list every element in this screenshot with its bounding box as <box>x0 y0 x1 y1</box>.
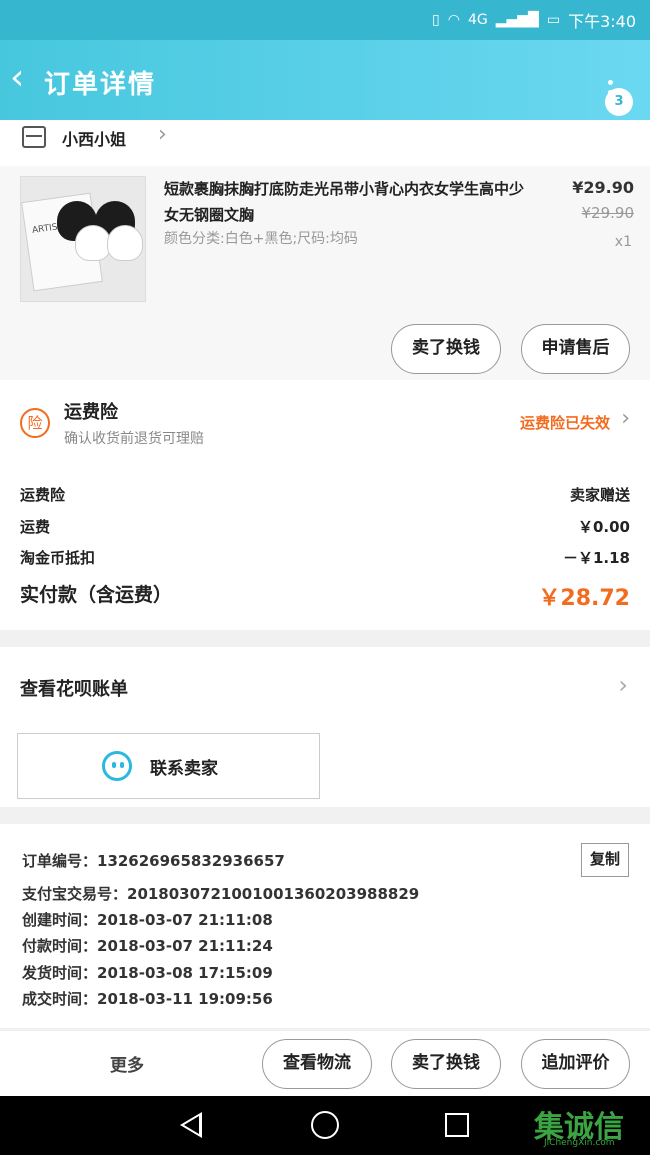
chevron-right-icon[interactable]: › <box>621 406 630 431</box>
view-logistics-button[interactable]: 查看物流 <box>262 1039 372 1089</box>
chevron-right-icon[interactable]: › <box>618 671 628 699</box>
payment-summary: 险 运费险 确认收货前退货可理赔 运费险已失效 › 运费险 卖家赠送 运费 ￥0… <box>0 380 650 630</box>
order-number: 订单编号：132626965832936657 <box>22 852 285 870</box>
network-label: 4G <box>467 12 488 28</box>
after-sale-button[interactable]: 申请售后 <box>521 324 630 374</box>
product-title[interactable]: 短款裹胸抹胸打底防走光吊带小背心内衣女学生高中少女无钢圈文胸 <box>164 176 534 228</box>
shop-icon <box>22 126 46 148</box>
shipped-time: 发货时间：2018-03-08 17:15:09 <box>22 964 273 982</box>
watermark-url: JiChengXin.com <box>544 1138 615 1148</box>
order-item[interactable]: ARTIST 短款裹胸抹胸打底防走光吊带小背心内衣女学生高中少女无钢圈文胸 颜色… <box>0 166 650 380</box>
chat-face-icon <box>102 751 132 781</box>
insurance-status[interactable]: 运费险已失效 <box>520 412 610 433</box>
shop-name: 小西小姐 <box>62 130 127 149</box>
fee-row: 运费险 卖家赠送 <box>20 484 630 510</box>
fee-label: 淘金币抵扣 <box>20 549 96 567</box>
order-info: 订单编号：132626965832936657 复制 支付宝交易号：201803… <box>0 824 650 1028</box>
back-arrow-icon[interactable]: ‹ <box>10 58 24 98</box>
insurance-subtitle: 确认收货前退货可理赔 <box>64 431 204 447</box>
paid-time: 付款时间：2018-03-07 21:11:24 <box>22 937 273 955</box>
fee-value: 卖家赠送 <box>569 486 630 504</box>
system-nav-bar: 集诚信 JiChengXin.com <box>0 1096 650 1155</box>
fee-label: 运费 <box>20 518 51 536</box>
status-bar: ▯ ◠ 4G ▂▄▆█ ▭ 下午3:40 <box>0 0 650 40</box>
copy-button[interactable]: 复制 <box>581 843 629 877</box>
fee-value: －￥1.18 <box>562 549 630 567</box>
product-sku: 颜色分类:白色+黑色;尺码:均码 <box>164 231 358 247</box>
resell-button[interactable]: 卖了换钱 <box>391 1039 501 1089</box>
total-row: 实付款（含运费） ￥28.72 <box>20 580 630 612</box>
contact-seller-label: 联系卖家 <box>150 759 218 779</box>
total-label: 实付款（含运费） <box>20 584 173 606</box>
append-review-button[interactable]: 追加评价 <box>521 1039 630 1089</box>
wifi-icon: ◠ <box>447 12 460 28</box>
product-quantity: x1 <box>614 234 632 250</box>
page-title: 订单详情 <box>44 70 157 100</box>
created-time: 创建时间：2018-03-07 21:11:08 <box>22 911 273 929</box>
product-thumbnail[interactable]: ARTIST <box>20 176 146 302</box>
app-header: ‹ 订单详情 3 <box>0 40 650 120</box>
clock: 下午3:40 <box>568 12 636 31</box>
nav-back-icon[interactable] <box>180 1112 202 1138</box>
bottom-action-bar: 更多 查看物流 卖了换钱 追加评价 <box>0 1030 650 1096</box>
fee-row: 淘金币抵扣 －￥1.18 <box>20 547 630 573</box>
total-value: ￥28.72 <box>538 586 630 611</box>
completed-time: 成交时间：2018-03-11 19:09:56 <box>22 990 273 1008</box>
shop-row[interactable]: 小西小姐 › <box>0 120 650 166</box>
resell-button[interactable]: 卖了换钱 <box>391 324 501 374</box>
product-original-price: ¥29.90 <box>581 204 635 222</box>
nav-recent-icon[interactable] <box>445 1113 469 1137</box>
contact-seller-button[interactable]: 联系卖家 <box>17 733 320 799</box>
battery-icon: ▭ <box>546 12 561 28</box>
insurance-icon: 险 <box>20 408 50 438</box>
notification-badge: 3 <box>605 88 633 116</box>
product-price: ¥29.90 <box>572 178 634 197</box>
fee-value: ￥0.00 <box>577 518 630 536</box>
huabei-section: 查看花呗账单 › 联系卖家 <box>0 647 650 807</box>
chevron-right-icon: › <box>158 122 167 147</box>
nav-home-icon[interactable] <box>311 1111 339 1139</box>
huabei-bill-link[interactable]: 查看花呗账单 <box>20 675 128 701</box>
vibrate-icon: ▯ <box>432 12 440 28</box>
signal-icon: ▂▄▆█ <box>495 12 539 28</box>
alipay-number: 支付宝交易号：2018030721001001360203988829 <box>22 885 420 903</box>
insurance-title: 运费险 <box>64 402 118 423</box>
more-button[interactable]: 更多 <box>110 1051 144 1076</box>
fee-row: 运费 ￥0.00 <box>20 516 630 542</box>
fee-label: 运费险 <box>20 486 66 504</box>
